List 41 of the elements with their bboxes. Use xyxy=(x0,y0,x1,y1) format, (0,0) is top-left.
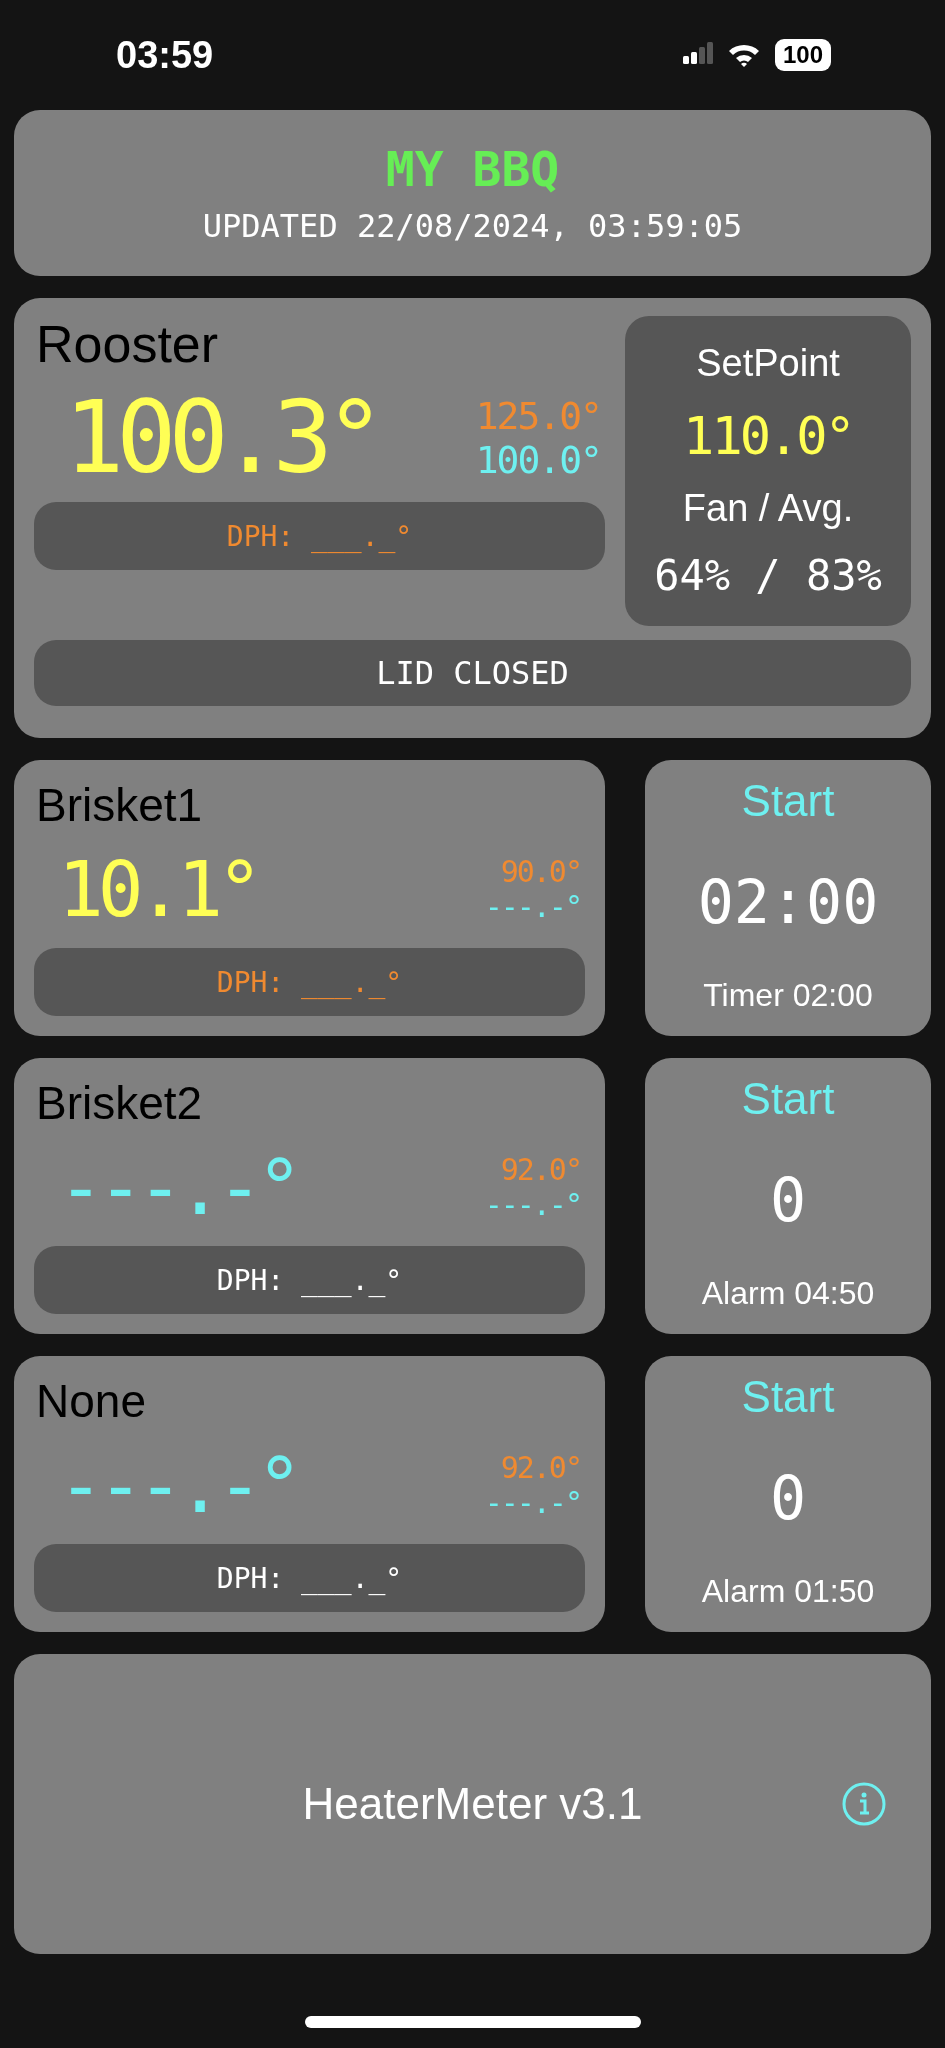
timer-label: Alarm 01:50 xyxy=(701,1573,875,1610)
timer-value: 0 xyxy=(769,1164,807,1235)
high-alarm-temp: 125.0° xyxy=(475,393,601,438)
timer-value: 0 xyxy=(769,1462,807,1533)
probe-temperature: 10.1° xyxy=(58,844,257,934)
dph-reading: DPH: ___._° xyxy=(216,1263,403,1297)
probe-name: Brisket1 xyxy=(36,780,204,831)
dph-reading: DPH: ___._° xyxy=(216,965,403,999)
updated-timestamp: UPDATED 22/08/2024, 03:59:05 xyxy=(202,207,743,245)
timer-label: Alarm 04:50 xyxy=(701,1275,875,1312)
low-alarm-temp: ---.-° xyxy=(484,1485,581,1521)
start-button[interactable]: Start xyxy=(741,1074,835,1124)
dph-reading: DPH: ___._° xyxy=(226,519,413,553)
start-button[interactable]: Start xyxy=(741,776,835,826)
low-alarm-temp: 100.0° xyxy=(475,437,601,482)
app-title: MY BBQ xyxy=(385,141,560,197)
probe-name: Brisket2 xyxy=(36,1078,204,1129)
pit-temperature: 100.3° xyxy=(64,379,378,497)
dph-reading: DPH: ___._° xyxy=(216,1561,403,1595)
lid-status: LID CLOSED xyxy=(34,640,911,706)
low-alarm-temp: ---.-° xyxy=(484,889,581,925)
low-alarm-temp: ---.-° xyxy=(484,1187,581,1223)
probe-name: Rooster xyxy=(36,316,220,374)
high-alarm-temp: 90.0° xyxy=(500,854,581,890)
info-icon[interactable] xyxy=(841,1781,887,1827)
setpoint-panel[interactable]: SetPoint 110.0° Fan / Avg. 64% / 83% xyxy=(625,316,911,626)
probe-name: None xyxy=(36,1376,147,1427)
status-time: 03:59 xyxy=(116,33,214,77)
version-text: HeaterMeter v3.1 xyxy=(302,1779,643,1829)
fan-value: 64% / 83% xyxy=(654,550,882,600)
setpoint-value: 110.0° xyxy=(683,406,853,467)
timer-value: 02:00 xyxy=(697,866,879,937)
high-alarm-temp: 92.0° xyxy=(500,1450,581,1486)
start-button[interactable]: Start xyxy=(741,1372,835,1422)
fan-label: Fan / Avg. xyxy=(682,486,854,530)
setpoint-label: SetPoint xyxy=(696,342,840,386)
timer-label: Timer 02:00 xyxy=(703,977,873,1014)
battery-indicator: 100 xyxy=(774,39,831,71)
high-alarm-temp: 92.0° xyxy=(500,1152,581,1188)
probe-temperature: ---.-° xyxy=(58,1440,297,1530)
probe-temperature: ---.-° xyxy=(58,1142,297,1232)
